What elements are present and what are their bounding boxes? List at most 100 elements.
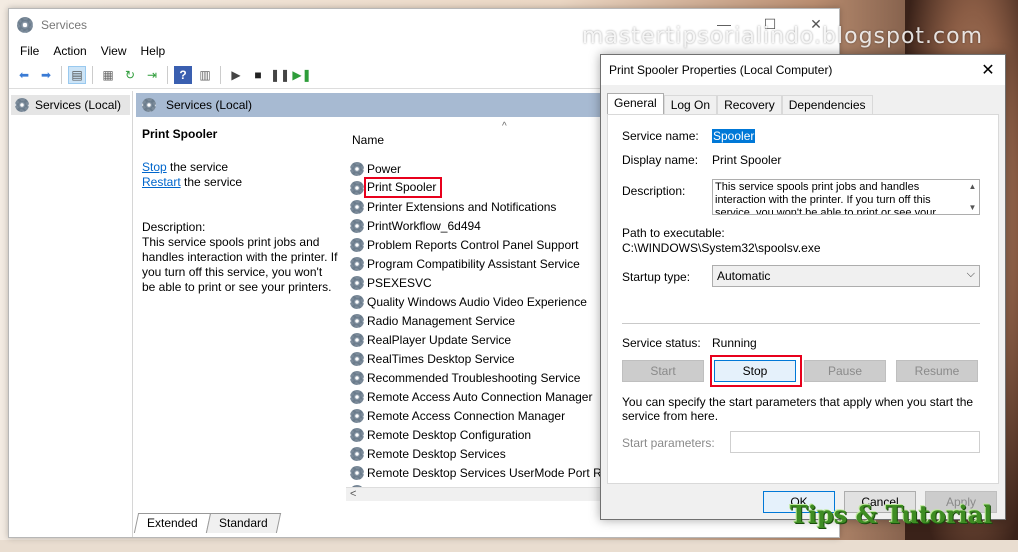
service-gear-icon (350, 180, 364, 195)
chevron-down-icon: ⌵ (966, 268, 975, 280)
forward-arrow-icon[interactable]: ➡ (37, 66, 55, 84)
refresh-icon[interactable]: ↻ (121, 66, 139, 84)
start-params-label: Start parameters: (622, 436, 715, 450)
pause-icon[interactable]: ❚❚ (270, 66, 290, 84)
tab-general[interactable]: General (607, 93, 664, 115)
startup-type-select[interactable]: Automatic ⌵ (712, 265, 980, 287)
play-icon[interactable]: ▶ (227, 66, 245, 84)
toolbar-separator (61, 65, 62, 84)
service-gear-icon (350, 332, 364, 347)
view-tabs: Extended Standard (133, 509, 281, 533)
service-gear-icon (350, 427, 364, 442)
description-scrollbar[interactable]: ▲ ▼ (966, 180, 979, 214)
service-gear-icon (350, 161, 364, 176)
restart-service-link[interactable]: Restart (142, 175, 181, 189)
console-view-icon[interactable]: ▥ (196, 66, 214, 84)
service-gear-icon (350, 313, 364, 328)
back-arrow-icon[interactable]: ⬅ (15, 66, 33, 84)
help-icon[interactable]: ? (174, 65, 192, 84)
description-label: Description: (622, 184, 686, 198)
service-gear-icon (350, 256, 364, 271)
description-box[interactable]: This service spools print jobs and handl… (712, 179, 980, 215)
divider (622, 323, 980, 324)
tree-item-services-local[interactable]: Services (Local) (11, 95, 130, 115)
scroll-left-icon[interactable]: < (350, 488, 356, 500)
tab-log-on[interactable]: Log On (663, 95, 718, 115)
dialog-title-bar: Print Spooler Properties (Local Computer… (601, 55, 1005, 85)
service-name: Power (367, 161, 402, 176)
service-name: Problem Reports Control Panel Support (367, 237, 579, 252)
service-gear-icon (350, 446, 364, 461)
service-name: Printer Extensions and Notifications (367, 199, 557, 214)
tab-extended[interactable]: Extended (133, 513, 211, 533)
extended-info-pane: Print Spooler Stop the service Restart t… (136, 117, 344, 497)
properties-dialog: Print Spooler Properties (Local Computer… (600, 54, 1006, 520)
service-name: Print Spooler (364, 177, 443, 198)
service-gear-icon (350, 370, 364, 385)
menu-help[interactable]: Help (134, 44, 173, 58)
stop-icon[interactable]: ■ (249, 66, 267, 84)
pause-button[interactable]: Pause (804, 360, 886, 382)
restart-link-suffix: the service (180, 175, 243, 189)
service-name: RealTimes Desktop Service (367, 351, 515, 366)
service-name: RealPlayer Update Service (367, 332, 512, 347)
dialog-close-button[interactable]: ✕ (971, 55, 1005, 85)
display-name-value: Print Spooler (712, 153, 782, 167)
service-gear-icon (350, 218, 364, 233)
toolbar-separator (220, 65, 221, 84)
start-params-note: You can specify the start parameters tha… (622, 395, 974, 423)
service-gear-icon (350, 294, 364, 309)
menu-action[interactable]: Action (46, 44, 93, 58)
scroll-up-icon[interactable]: ▲ (969, 180, 977, 193)
services-gear-icon (17, 17, 33, 33)
column-header-name[interactable]: Name (352, 133, 384, 147)
tab-label: Extended (147, 516, 198, 530)
description-text: This service spools print jobs and handl… (142, 235, 338, 294)
detail-header-title: Services (Local) (166, 98, 253, 112)
service-name: Remote Desktop Services UserMode Port Re (367, 465, 609, 480)
path-label: Path to executable: (622, 226, 725, 240)
menu-view[interactable]: View (94, 44, 134, 58)
scroll-down-icon[interactable]: ▼ (969, 201, 977, 214)
service-status-value: Running (712, 336, 757, 350)
service-gear-icon (350, 465, 364, 480)
window-title: Services (41, 18, 88, 32)
service-gear-icon (350, 199, 364, 214)
sort-ascending-icon: ^ (502, 121, 507, 132)
dialog-tabs: General Log On Recovery Dependencies (607, 93, 873, 115)
stop-link-suffix: the service (166, 160, 229, 174)
startup-type-value: Automatic (717, 269, 771, 283)
dialog-title: Print Spooler Properties (Local Computer… (609, 63, 833, 77)
tab-recovery[interactable]: Recovery (717, 95, 782, 115)
export-list-icon[interactable]: ⇥ (143, 66, 161, 84)
stop-action-line: Stop the service (142, 160, 338, 175)
path-value: C:\WINDOWS\System32\spoolsv.exe (622, 241, 821, 255)
service-status-label: Service status: (622, 336, 701, 350)
start-params-input[interactable] (730, 431, 980, 453)
service-gear-icon (350, 237, 364, 252)
restart-icon[interactable]: ▶❚ (292, 66, 311, 84)
service-name: Remote Desktop Services (367, 446, 506, 461)
service-name: PSEXESVC (367, 275, 432, 290)
properties-icon[interactable]: ▦ (99, 66, 117, 84)
service-name-label: Service name: (622, 129, 699, 143)
service-name: Recommended Troubleshooting Service (367, 370, 581, 385)
service-name: PrintWorkflow_6d494 (367, 218, 481, 233)
display-name-label: Display name: (622, 153, 699, 167)
service-gear-icon (350, 351, 364, 366)
stop-service-link[interactable]: Stop (142, 160, 167, 174)
resume-button[interactable]: Resume (896, 360, 978, 382)
tab-standard[interactable]: Standard (205, 513, 281, 533)
service-name: Remote Desktop Configuration (367, 427, 532, 442)
show-tree-icon[interactable]: ▤ (68, 65, 86, 84)
tab-dependencies[interactable]: Dependencies (781, 95, 873, 115)
menu-file[interactable]: File (13, 44, 46, 58)
tips-tutorial-logo: Tips & Tutorial (790, 500, 993, 529)
service-name: Quality Windows Audio Video Experience (367, 294, 587, 309)
description-text: This service spools print jobs and handl… (715, 181, 936, 215)
start-button[interactable]: Start (622, 360, 704, 382)
service-name-value[interactable]: Spooler (712, 129, 756, 143)
service-gear-icon (350, 275, 364, 290)
tab-label: Standard (218, 516, 268, 530)
service-name: Remote Access Connection Manager (367, 408, 566, 423)
